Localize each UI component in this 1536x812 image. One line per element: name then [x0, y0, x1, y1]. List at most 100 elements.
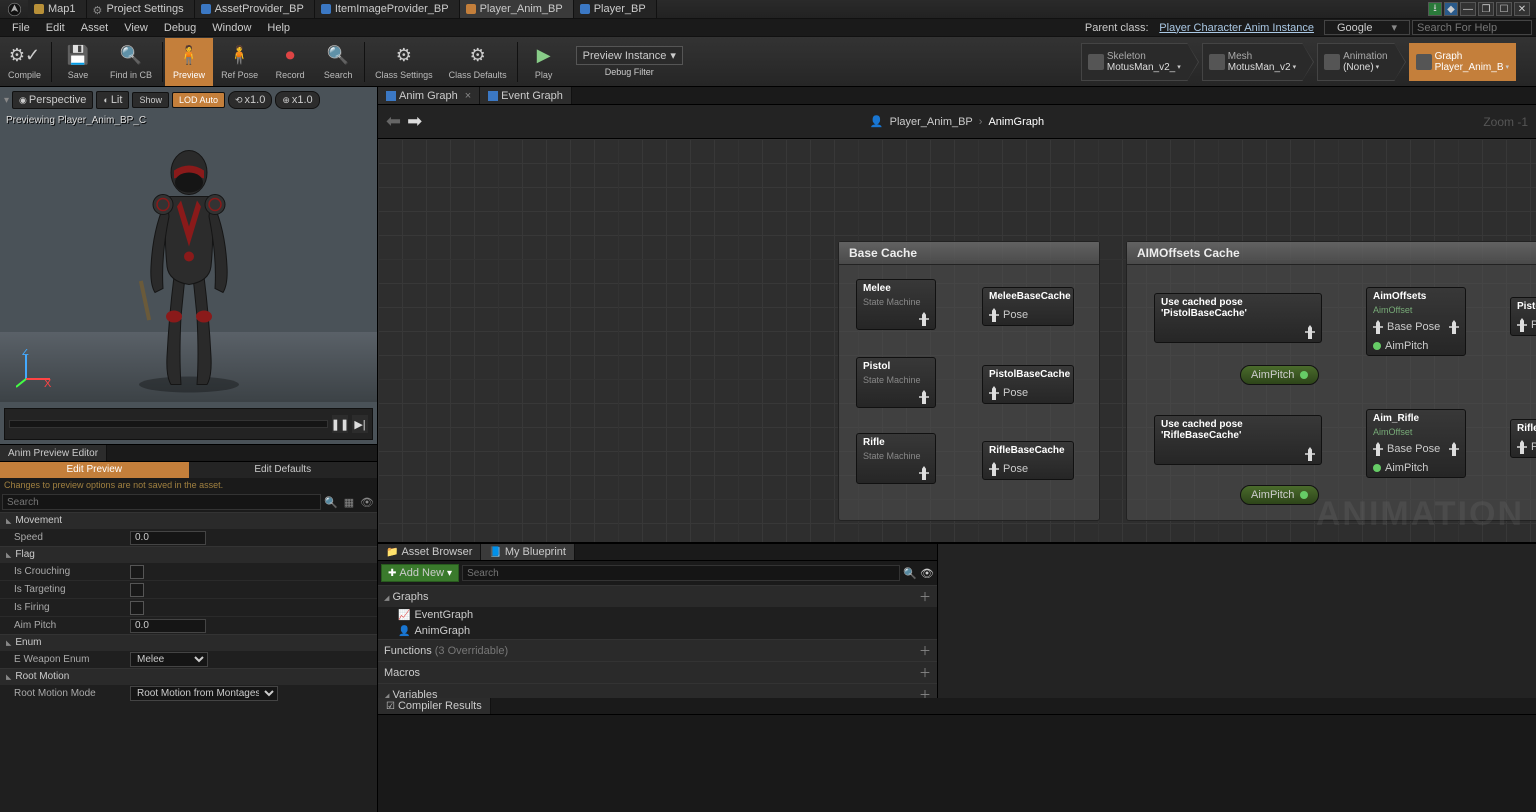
menu-item[interactable]: Help	[259, 20, 298, 36]
grid-icon[interactable]: ▦	[341, 494, 357, 510]
title-tab[interactable]: ⚙Project Settings	[87, 0, 195, 18]
asset-browser-tab[interactable]: 📁 Asset Browser	[378, 544, 481, 560]
eventgraph-tab[interactable]: Event Graph	[480, 87, 572, 104]
prop-checkbox[interactable]	[130, 583, 144, 597]
anim-preview-editor-tab[interactable]: Anim Preview Editor	[0, 445, 107, 461]
node-pistol-sm[interactable]: PistolState Machine	[856, 357, 936, 408]
prop-checkbox[interactable]	[130, 601, 144, 615]
menu-item[interactable]: Asset	[73, 20, 117, 36]
toolbar-find-button[interactable]: 🔍Find in CB	[102, 38, 160, 86]
minimize-button[interactable]: ―	[1460, 2, 1476, 16]
menu-item[interactable]: Debug	[156, 20, 204, 36]
mode-crumb[interactable]: GraphPlayer_Anim_B ▾	[1409, 43, 1516, 81]
add-function-button[interactable]: ＋	[919, 642, 931, 659]
menu-item[interactable]: File	[4, 20, 38, 36]
edit-defaults-tab[interactable]: Edit Defaults	[189, 462, 378, 478]
prop-numeric-input[interactable]	[130, 531, 206, 545]
node-melee-sm[interactable]: MeleeState Machine	[856, 279, 936, 330]
var-aimpitch-1[interactable]: AimPitch	[1240, 365, 1319, 385]
toolbar-search-button[interactable]: 🔍Search	[314, 38, 362, 86]
mode-crumb[interactable]: MeshMotusMan_v2 ▾	[1202, 43, 1303, 81]
var-aimpitch-2[interactable]: AimPitch	[1240, 485, 1319, 505]
mybp-search-input[interactable]	[462, 565, 900, 581]
prop-select[interactable]: Root Motion from Montages Only	[130, 686, 278, 701]
search-icon[interactable]: 🔍	[903, 567, 917, 580]
node-melee-cache[interactable]: MeleeBaseCache Pose	[982, 287, 1074, 326]
prop-checkbox[interactable]	[130, 565, 144, 579]
node-use-pistol-base[interactable]: Use cached pose 'PistolBaseCache'	[1154, 293, 1322, 343]
eye-icon[interactable]: 👁	[920, 567, 934, 580]
details-search-input[interactable]	[2, 494, 321, 510]
graph-canvas[interactable]: Base Cache MeleeState Machine MeleeBaseC…	[378, 139, 1536, 542]
section-aimoffsets-cache[interactable]: AIMOffsets Cache	[1126, 241, 1536, 521]
preview-instance-dropdown[interactable]: Preview Instance▾	[576, 46, 683, 65]
viewport-show-button[interactable]: Show	[132, 92, 169, 108]
toolbar-csettings-button[interactable]: ⚙Class Settings	[367, 38, 441, 86]
functions-category[interactable]: Functions (3 Overridable)＋	[378, 639, 937, 661]
eye-icon[interactable]: 👁	[359, 494, 375, 510]
search-provider-dropdown[interactable]: Google▾	[1324, 20, 1410, 35]
node-aim-rifle[interactable]: Aim_RifleAimOffset Base Pose AimPitch	[1366, 409, 1466, 478]
title-tab[interactable]: Player_Anim_BP	[460, 0, 574, 18]
category-enum[interactable]: Enum	[0, 634, 377, 650]
add-new-button[interactable]: ✚ Add New ▾	[381, 564, 459, 582]
viewport-perspective-button[interactable]: ◉ Perspective	[12, 91, 93, 109]
add-macro-button[interactable]: ＋	[919, 664, 931, 681]
graph-crumb-current[interactable]: AnimGraph	[988, 116, 1044, 128]
step-button[interactable]: ▶|	[352, 415, 368, 433]
toolbar-save-button[interactable]: 💾Save	[54, 38, 102, 86]
graphs-category[interactable]: ◢ Graphs＋	[378, 585, 937, 607]
restore-button[interactable]: ❐	[1478, 2, 1494, 16]
category-root-motion[interactable]: Root Motion	[0, 668, 377, 684]
viewport-lit-button[interactable]: ◐ Lit	[96, 91, 129, 109]
node-pistol-cache[interactable]: PistolBaseCache Pose	[982, 365, 1074, 404]
animgraph-tab[interactable]: Anim Graph×	[378, 87, 480, 104]
node-rifle-sm[interactable]: RifleState Machine	[856, 433, 936, 484]
maximize-button[interactable]: ☐	[1496, 2, 1512, 16]
menu-item[interactable]: View	[116, 20, 156, 36]
my-blueprint-tab[interactable]: 📘 My Blueprint	[481, 544, 575, 560]
marketplace-icon[interactable]: ⭳	[1428, 2, 1442, 16]
prop-numeric-input[interactable]	[130, 619, 206, 633]
title-tab[interactable]: Player_BP	[574, 0, 657, 18]
prop-select[interactable]: Melee	[130, 652, 208, 667]
toolbar-record-button[interactable]: ⏺Record	[266, 38, 314, 86]
source-control-icon[interactable]: ◆	[1444, 2, 1458, 16]
node-use-rifle-base[interactable]: Use cached pose 'RifleBaseCache'	[1154, 415, 1322, 465]
title-tab[interactable]: ItemImageProvider_BP	[315, 0, 460, 18]
add-graph-button[interactable]: ＋	[919, 588, 931, 605]
eventgraph-item[interactable]: 📈 EventGraph	[378, 607, 937, 623]
parent-class-link[interactable]: Player Character Anim Instance	[1159, 22, 1314, 34]
toolbar-play-button[interactable]: ▶Play	[520, 38, 568, 86]
close-button[interactable]: ✕	[1514, 2, 1530, 16]
help-search-input[interactable]	[1412, 20, 1532, 35]
search-icon[interactable]: 🔍	[323, 494, 339, 510]
nav-fwd-button[interactable]: ➡	[407, 111, 422, 132]
nav-back-button[interactable]: ⬅	[386, 111, 401, 132]
pause-button[interactable]: ❚❚	[332, 415, 348, 433]
graph-crumb-root[interactable]: Player_Anim_BP	[890, 116, 973, 128]
node-rifle-aim-cache[interactable]: RifleAimCache Pose	[1510, 419, 1536, 458]
mode-crumb[interactable]: SkeletonMotusMan_v2_ ▾	[1081, 43, 1188, 81]
timeline-track[interactable]	[9, 420, 328, 428]
viewport-lod-button[interactable]: LOD Auto	[172, 92, 225, 108]
compiler-results-tab[interactable]: ☑ Compiler Results	[378, 698, 491, 714]
menu-item[interactable]: Window	[204, 20, 259, 36]
animgraph-item[interactable]: 👤 AnimGraph	[378, 623, 937, 639]
viewport-speed-b[interactable]: ⊕ x1.0	[275, 91, 319, 109]
preview-viewport[interactable]: ▾ ◉ Perspective ◐ Lit Show LOD Auto ⟲ x1…	[0, 87, 377, 445]
edit-preview-tab[interactable]: Edit Preview	[0, 462, 189, 478]
category-movement[interactable]: Movement	[0, 512, 377, 528]
toolbar-preview-button[interactable]: 🧍Preview	[165, 38, 213, 86]
node-rifle-cache[interactable]: RifleBaseCache Pose	[982, 441, 1074, 480]
toolbar-cdefaults-button[interactable]: ⚙Class Defaults	[441, 38, 515, 86]
menu-item[interactable]: Edit	[38, 20, 73, 36]
viewport-speed-a[interactable]: ⟲ x1.0	[228, 91, 272, 109]
toolbar-refpose-button[interactable]: 🧍Ref Pose	[213, 38, 266, 86]
title-tab[interactable]: AssetProvider_BP	[195, 0, 315, 18]
mode-crumb[interactable]: Animation(None) ▾	[1317, 43, 1394, 81]
macros-category[interactable]: Macros＋	[378, 661, 937, 683]
node-aimoffsets[interactable]: AimOffsetsAimOffset Base Pose AimPitch	[1366, 287, 1466, 356]
category-flag[interactable]: Flag	[0, 546, 377, 562]
title-tab[interactable]: Map1	[28, 0, 87, 18]
